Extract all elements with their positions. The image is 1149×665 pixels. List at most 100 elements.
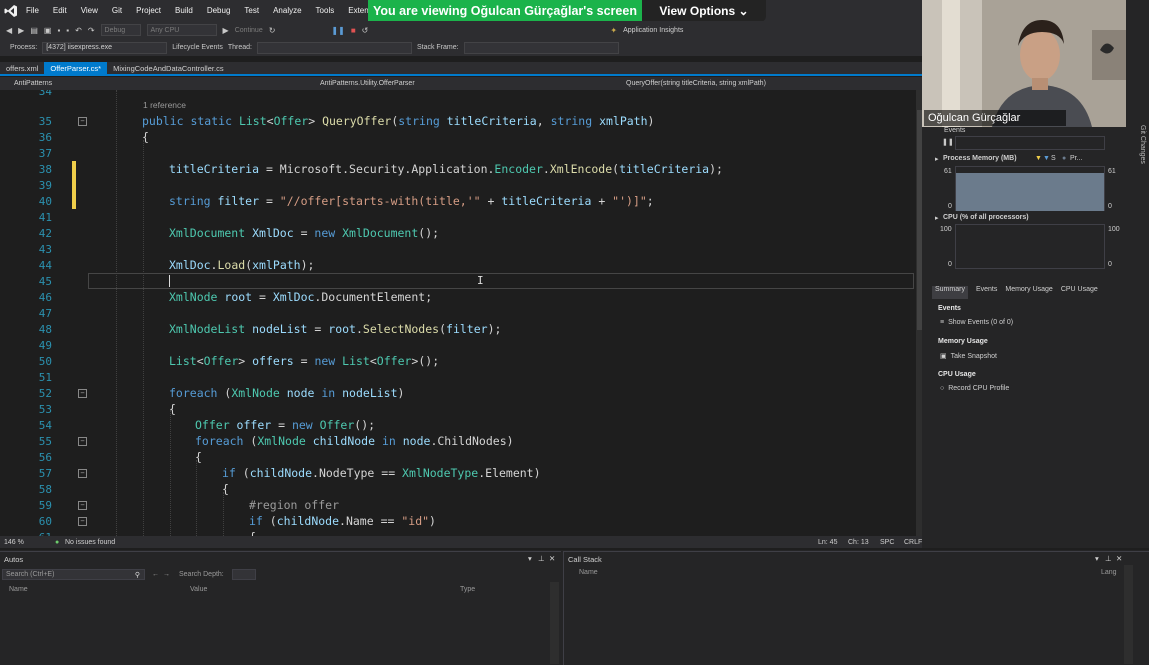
zoom-level[interactable]: 146 % bbox=[4, 539, 24, 546]
collapse-icon[interactable]: − bbox=[78, 117, 87, 126]
code-editor[interactable]: 1 reference 34 35 − public static List<Off… bbox=[0, 90, 916, 536]
collapse-icon[interactable]: − bbox=[78, 389, 87, 398]
process-memory-area bbox=[956, 173, 1104, 211]
column-type[interactable]: Type bbox=[460, 586, 475, 593]
pin-icon[interactable]: ⊥ bbox=[538, 554, 545, 563]
menu-project[interactable]: Project bbox=[136, 6, 161, 15]
search-icon[interactable]: ⚲ bbox=[135, 571, 144, 579]
stop-icon[interactable]: ■ bbox=[351, 26, 356, 35]
view-options-button[interactable]: View Options ⌄ bbox=[642, 0, 766, 22]
code-line: 40 string filter = "//offer[starts-with(t… bbox=[0, 193, 916, 209]
code-text: if (childNode.Name == "id") bbox=[249, 514, 436, 528]
menu-build[interactable]: Build bbox=[175, 6, 193, 15]
back-icon[interactable]: ← bbox=[152, 571, 159, 578]
code-line: 44 XmlDoc.Load(xmlPath); bbox=[0, 257, 916, 273]
close-icon[interactable]: ✕ bbox=[549, 554, 555, 563]
column-name[interactable]: Name bbox=[579, 569, 598, 576]
show-events-link[interactable]: ≡ Show Events (0 of 0) bbox=[940, 319, 1013, 326]
pause-icon[interactable]: ❚❚ bbox=[331, 26, 344, 35]
redo-icon[interactable]: ↷ bbox=[88, 26, 95, 35]
tab-memory-usage[interactable]: Memory Usage bbox=[1005, 286, 1052, 299]
menu-git[interactable]: Git bbox=[112, 6, 122, 15]
menu-test[interactable]: Test bbox=[244, 6, 259, 15]
tab-events[interactable]: Events bbox=[976, 286, 997, 299]
autos-window: Autos ▾ ⊥ ✕ Search (Ctrl+E) ⚲ ← → Search … bbox=[0, 551, 561, 665]
menu-view[interactable]: View bbox=[81, 6, 98, 15]
forward-icon[interactable]: ▶ bbox=[18, 26, 24, 35]
class-dropdown[interactable]: AntiPatterns.Utility.OfferParser bbox=[320, 80, 415, 87]
stack-frame-select[interactable] bbox=[463, 41, 619, 54]
git-changes-side-tab[interactable]: Git Changes bbox=[1130, 125, 1146, 185]
continue-icon[interactable]: ▶ bbox=[223, 26, 229, 35]
issues-status[interactable]: No issues found bbox=[65, 539, 115, 546]
collapse-icon[interactable]: − bbox=[78, 437, 87, 446]
camera-icon: ▣ bbox=[940, 353, 947, 360]
column-name[interactable]: Name bbox=[9, 586, 28, 593]
collapse-icon[interactable]: ▸ bbox=[935, 155, 939, 163]
restart-icon[interactable]: ↺ bbox=[362, 26, 369, 35]
dropdown-icon[interactable]: ▾ bbox=[1095, 554, 1099, 563]
visual-studio-logo-icon[interactable] bbox=[0, 0, 22, 21]
record-cpu-profile-label: Record CPU Profile bbox=[948, 385, 1010, 392]
tab-cpu-usage[interactable]: CPU Usage bbox=[1061, 286, 1098, 299]
collapse-icon[interactable]: ▸ bbox=[935, 214, 939, 222]
member-dropdown[interactable]: QueryOffer(string titleCriteria, string … bbox=[626, 80, 766, 87]
forward-icon[interactable]: → bbox=[163, 571, 170, 578]
take-snapshot-button[interactable]: ▣ Take Snapshot bbox=[940, 352, 997, 361]
menu-file[interactable]: File bbox=[26, 6, 39, 15]
open-icon[interactable]: ▣ bbox=[44, 26, 52, 35]
undo-icon[interactable]: ↶ bbox=[75, 26, 82, 35]
column-value[interactable]: Value bbox=[190, 586, 207, 593]
memory-axis-min-left: 0 bbox=[948, 203, 952, 210]
menu-debug[interactable]: Debug bbox=[207, 6, 231, 15]
line-ending-indicator[interactable]: CRLF bbox=[904, 539, 922, 546]
line-number: 43 bbox=[38, 243, 52, 256]
line-number: 36 bbox=[38, 131, 52, 144]
project-dropdown[interactable]: AntiPatterns bbox=[14, 80, 52, 87]
autos-title: Autos bbox=[4, 555, 24, 564]
autos-search-input[interactable]: Search (Ctrl+E) ⚲ bbox=[2, 569, 145, 580]
dropdown-icon[interactable]: ▾ bbox=[528, 554, 532, 563]
search-depth-select[interactable] bbox=[232, 569, 256, 580]
reference-codelens[interactable]: 1 reference bbox=[143, 100, 186, 110]
code-line: 52 − foreach (XmlNode node in nodeList) bbox=[0, 385, 916, 401]
tab-mixingcodeanddatacontroller-cs[interactable]: MixingCodeAndDataController.cs bbox=[107, 62, 229, 74]
lifecycle-events-button[interactable]: Lifecycle Events bbox=[172, 44, 223, 51]
tab-offers-xml[interactable]: offers.xml bbox=[0, 62, 44, 74]
collapse-icon[interactable]: − bbox=[78, 501, 87, 510]
pin-icon[interactable]: ⊥ bbox=[1105, 554, 1112, 563]
menu-analyze[interactable]: Analyze bbox=[273, 6, 301, 15]
process-select[interactable]: [4372] iisexpress.exe bbox=[42, 41, 168, 54]
back-icon[interactable]: ◀ bbox=[6, 26, 12, 35]
thread-select[interactable] bbox=[256, 41, 412, 54]
refresh-icon[interactable]: ↻ bbox=[269, 26, 276, 35]
code-text: { bbox=[169, 402, 176, 416]
pause-icon[interactable]: ❚❚ bbox=[942, 138, 954, 146]
column-language[interactable]: Lang bbox=[1101, 569, 1117, 576]
whitespace-indicator[interactable]: SPC bbox=[880, 539, 894, 546]
new-item-icon[interactable]: ▤ bbox=[30, 26, 38, 35]
save-icon[interactable]: ▪ bbox=[57, 26, 60, 35]
record-cpu-profile-button[interactable]: ○ Record CPU Profile bbox=[940, 385, 1009, 392]
chevron-down-icon: ⌄ bbox=[738, 4, 749, 18]
line-number: 53 bbox=[38, 403, 52, 416]
continue-button[interactable]: Continue bbox=[235, 27, 263, 34]
tab-offerparser-cs[interactable]: OfferParser.cs* bbox=[44, 62, 108, 74]
menu-edit[interactable]: Edit bbox=[53, 6, 67, 15]
code-line: 58 { bbox=[0, 481, 916, 497]
collapse-icon[interactable]: − bbox=[78, 517, 87, 526]
platform-select[interactable]: Any CPU bbox=[146, 24, 217, 36]
autos-scrollbar[interactable] bbox=[550, 582, 559, 664]
close-icon[interactable]: ✕ bbox=[1116, 554, 1122, 563]
save-all-icon[interactable]: ▪ bbox=[66, 26, 69, 35]
collapse-icon[interactable]: − bbox=[78, 469, 87, 478]
code-line: 39 bbox=[0, 177, 916, 193]
configuration-select[interactable]: Debug bbox=[100, 24, 141, 36]
code-text: XmlDoc.Load(xmlPath); bbox=[169, 258, 315, 272]
call-stack-scrollbar[interactable] bbox=[1124, 565, 1133, 664]
menu-tools[interactable]: Tools bbox=[316, 6, 335, 15]
screen-share-banner: You are viewing Oğulcan Gürçağlar's scre… bbox=[368, 0, 642, 22]
application-insights-button[interactable]: Application Insights bbox=[623, 27, 683, 34]
line-number: 48 bbox=[38, 323, 52, 336]
tab-summary[interactable]: Summary bbox=[932, 286, 968, 299]
